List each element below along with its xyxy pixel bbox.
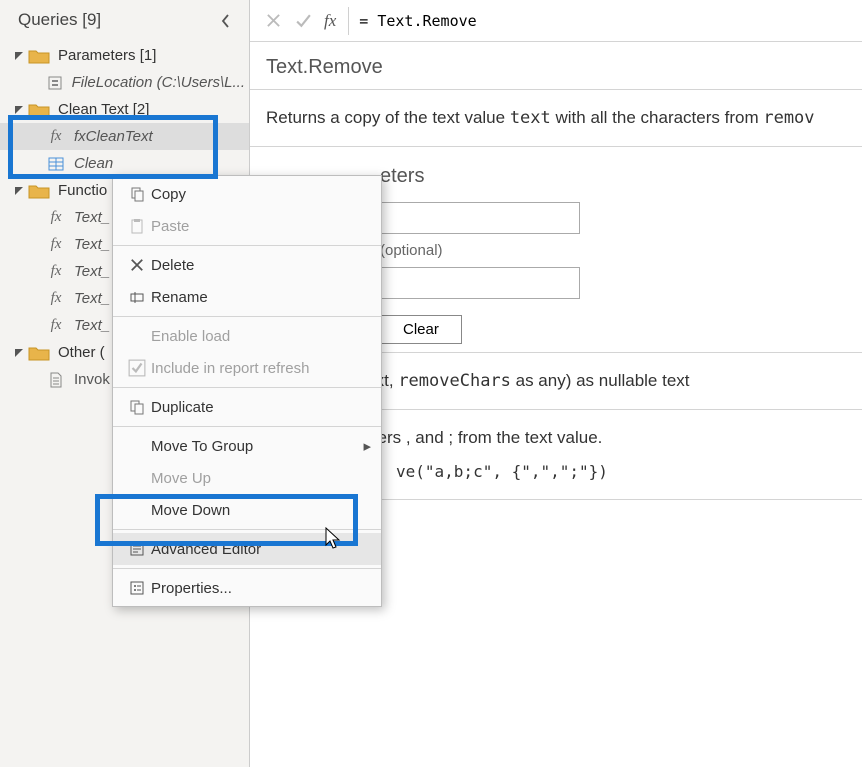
sig-code: removeChars xyxy=(398,371,511,391)
tree-item-label: FileLocation (C:\Users\L... xyxy=(72,74,245,91)
ctx-duplicate[interactable]: Duplicate xyxy=(113,391,381,423)
separator xyxy=(113,316,381,317)
tree-item-label: fxCleanText xyxy=(74,128,153,145)
separator xyxy=(113,245,381,246)
ctx-label: Move To Group xyxy=(151,438,359,455)
queries-title: Queries [9] xyxy=(18,10,101,30)
tree-item-label: Text_ xyxy=(74,209,110,226)
ctx-label: Paste xyxy=(151,218,371,235)
blank-icon xyxy=(123,468,151,488)
ctx-label: Advanced Editor xyxy=(151,541,371,558)
tree-group-parameters[interactable]: Parameters [1] xyxy=(0,42,249,69)
formula-input[interactable] xyxy=(349,6,862,36)
ctx-label: Delete xyxy=(151,257,371,274)
paste-icon xyxy=(123,216,151,236)
param-input-removechars[interactable] xyxy=(380,267,580,299)
ctx-move-to-group[interactable]: Move To Group ▸ xyxy=(113,430,381,462)
blank-icon xyxy=(123,500,151,520)
group-label: Clean Text [2] xyxy=(58,101,149,118)
ctx-move-up: Move Up xyxy=(113,462,381,494)
function-title: Text.Remove xyxy=(250,42,862,90)
param-input-text[interactable] xyxy=(380,202,580,234)
tree-item-label: Text_ xyxy=(74,317,110,334)
tree-item-label: Text_ xyxy=(74,263,110,280)
tree-item-label: Text_ xyxy=(74,236,110,253)
tree-item-label: Clean xyxy=(74,155,113,172)
tree-item-label: Text_ xyxy=(74,290,110,307)
group-label: Other ( xyxy=(58,344,105,361)
separator xyxy=(113,426,381,427)
tree-item-label: Invok xyxy=(74,371,110,388)
confirm-formula-button[interactable] xyxy=(288,6,318,36)
function-description: Returns a copy of the text value text wi… xyxy=(250,90,862,147)
fx-icon: fx xyxy=(46,318,66,334)
caret-down-icon xyxy=(14,186,24,196)
ctx-label: Rename xyxy=(151,289,371,306)
sig-text: as any) as nullable text xyxy=(511,371,690,390)
table-icon xyxy=(46,156,66,172)
group-label: Functio xyxy=(58,182,107,199)
copy-icon xyxy=(123,184,151,204)
fx-icon[interactable]: fx xyxy=(318,7,349,35)
tree-item-clean[interactable]: Clean xyxy=(0,150,249,177)
delete-icon xyxy=(123,255,151,275)
ctx-label: Move Up xyxy=(151,470,371,487)
ctx-delete[interactable]: Delete xyxy=(113,249,381,281)
properties-icon xyxy=(123,578,151,598)
ctx-copy[interactable]: Copy xyxy=(113,178,381,210)
blank-icon xyxy=(123,326,151,346)
fx-icon: fx xyxy=(46,210,66,226)
collapse-chevron-icon[interactable] xyxy=(221,13,235,27)
ctx-include-refresh: Include in report refresh xyxy=(113,352,381,384)
ctx-label: Copy xyxy=(151,186,371,203)
folder-icon xyxy=(28,183,50,199)
tree-item-filelocation[interactable]: FileLocation (C:\Users\L... xyxy=(0,69,249,96)
ctx-label: Properties... xyxy=(151,580,371,597)
caret-down-icon xyxy=(14,105,24,115)
separator xyxy=(113,568,381,569)
group-label: Parameters [1] xyxy=(58,47,156,64)
ctx-label: Move Down xyxy=(151,502,371,519)
fx-icon: fx xyxy=(46,291,66,307)
fx-icon: fx xyxy=(46,129,66,145)
ctx-label: Include in report refresh xyxy=(151,360,371,377)
ctx-label: Enable load xyxy=(151,328,371,345)
folder-icon xyxy=(28,48,50,64)
context-menu: Copy Paste Delete Rename Enable load Inc… xyxy=(112,175,382,607)
caret-down-icon xyxy=(14,51,24,61)
ctx-label: Duplicate xyxy=(151,399,371,416)
fx-icon: fx xyxy=(46,264,66,280)
param-icon xyxy=(46,75,64,91)
tree-group-cleantext[interactable]: Clean Text [2] xyxy=(0,96,249,123)
folder-icon xyxy=(28,345,50,361)
ctx-paste: Paste xyxy=(113,210,381,242)
cancel-formula-button[interactable] xyxy=(258,6,288,36)
separator xyxy=(113,529,381,530)
ctx-enable-load: Enable load xyxy=(113,320,381,352)
optional-label: (optional) xyxy=(380,242,443,259)
ctx-advanced-editor[interactable]: Advanced Editor xyxy=(113,533,381,565)
desc-text: with all the characters from xyxy=(551,108,764,127)
tree-item-fxcleantext[interactable]: fx fxCleanText xyxy=(0,123,249,150)
fx-icon: fx xyxy=(46,237,66,253)
ctx-rename[interactable]: Rename xyxy=(113,281,381,313)
submenu-arrow-icon: ▸ xyxy=(359,437,371,455)
separator xyxy=(113,387,381,388)
ctx-properties[interactable]: Properties... xyxy=(113,572,381,604)
queries-header[interactable]: Queries [9] xyxy=(0,0,249,40)
desc-code: text xyxy=(510,108,551,128)
doc-icon xyxy=(46,372,66,388)
folder-icon xyxy=(28,102,50,118)
desc-code: remov xyxy=(763,108,814,128)
duplicate-icon xyxy=(123,397,151,417)
check-icon xyxy=(123,358,151,378)
rename-icon xyxy=(123,287,151,307)
caret-down-icon xyxy=(14,348,24,358)
blank-icon xyxy=(123,436,151,456)
editor-icon xyxy=(123,539,151,559)
clear-button[interactable]: Clear xyxy=(380,315,462,344)
formula-bar: fx xyxy=(250,0,862,42)
desc-text: Returns a copy of the text value xyxy=(266,108,510,127)
ctx-move-down[interactable]: Move Down xyxy=(113,494,381,526)
